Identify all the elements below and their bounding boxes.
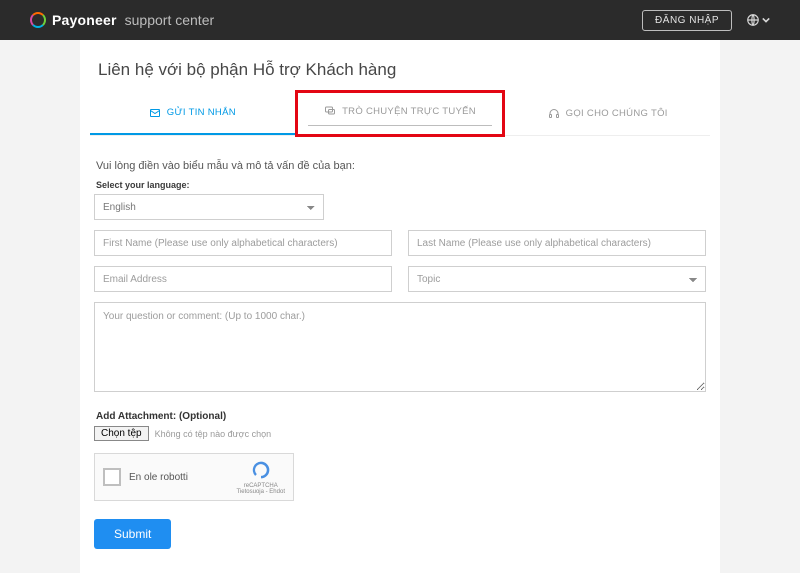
language-switcher[interactable] — [746, 13, 770, 27]
language-label: Select your language: — [96, 180, 706, 190]
recaptcha-badge: reCAPTCHA Tietosuoja - Ehdot — [237, 460, 285, 495]
file-row: Chọn tệp Không có tệp nào được chọn — [94, 426, 706, 441]
globe-icon — [746, 13, 760, 27]
chat-icon — [324, 105, 336, 117]
tabs: GỬI TIN NHẮN TRÒ CHUYỆN TRỰC TUYẾN GỌI C… — [90, 94, 710, 136]
recaptcha-text: En ole robotti — [129, 472, 188, 483]
email-input[interactable] — [94, 266, 392, 292]
brand: Payoneer support center — [30, 12, 214, 28]
last-name-input[interactable] — [408, 230, 706, 256]
tab-label: GỬI TIN NHẮN — [167, 107, 236, 118]
recaptcha-checkbox[interactable] — [103, 468, 121, 486]
topic-select[interactable]: Topic — [408, 266, 706, 292]
recaptcha[interactable]: En ole robotti reCAPTCHA Tietosuoja - Eh… — [94, 453, 294, 501]
tab-send-message[interactable]: GỬI TIN NHẮN — [90, 94, 295, 135]
tab-live-chat[interactable]: TRÒ CHUYỆN TRỰC TUYẾN — [308, 99, 493, 126]
question-textarea[interactable] — [94, 302, 706, 392]
top-right: ĐĂNG NHẬP — [642, 10, 770, 31]
choose-file-button[interactable]: Chọn tệp — [94, 426, 149, 441]
envelope-icon — [149, 107, 161, 119]
highlight-box: TRÒ CHUYỆN TRỰC TUYẾN — [295, 90, 506, 137]
payoneer-logo-icon — [30, 12, 46, 28]
login-button[interactable]: ĐĂNG NHẬP — [642, 10, 732, 31]
attachment-label: Add Attachment: (Optional) — [96, 411, 706, 422]
form-intro: Vui lòng điền vào biểu mẫu và mô tả vấn … — [96, 160, 706, 172]
tab-label: GỌI CHO CHÚNG TÔI — [566, 108, 668, 119]
headset-icon — [548, 108, 560, 120]
tab-label: TRÒ CHUYỆN TRỰC TUYẾN — [342, 106, 476, 117]
page-title: Liên hệ với bộ phận Hỗ trợ Khách hàng — [98, 60, 710, 80]
brand-name: Payoneer — [52, 12, 117, 28]
form: Vui lòng điền vào biểu mẫu và mô tả vấn … — [90, 160, 710, 549]
language-select[interactable]: English — [94, 194, 324, 220]
brand-sub: support center — [125, 12, 215, 28]
first-name-input[interactable] — [94, 230, 392, 256]
chevron-down-icon — [762, 17, 770, 23]
file-status: Không có tệp nào được chọn — [155, 429, 272, 439]
top-bar: Payoneer support center ĐĂNG NHẬP — [0, 0, 800, 40]
tab-call-us[interactable]: GỌI CHO CHÚNG TÔI — [505, 94, 710, 135]
page-card: Liên hệ với bộ phận Hỗ trợ Khách hàng GỬ… — [80, 40, 720, 573]
recaptcha-icon — [251, 460, 271, 480]
